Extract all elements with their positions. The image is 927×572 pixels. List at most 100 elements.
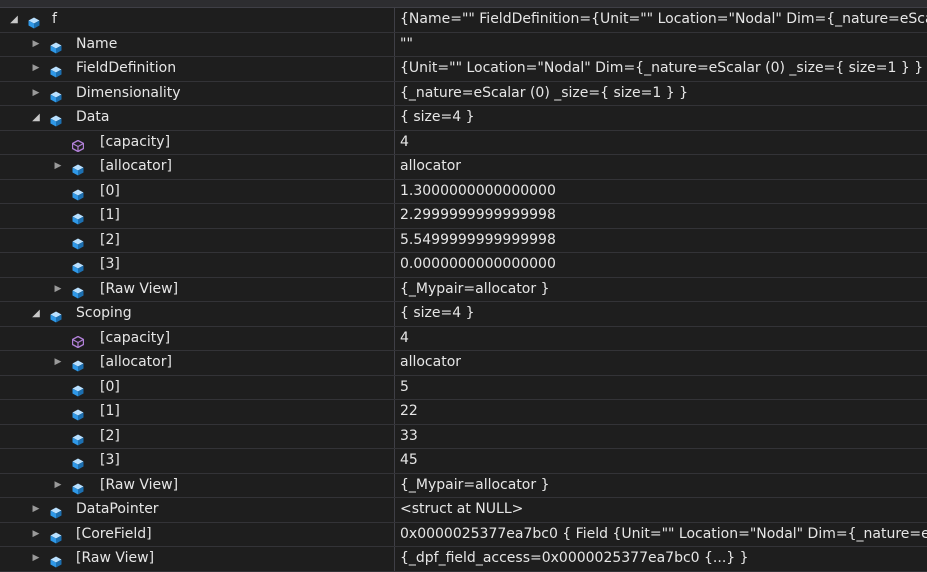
field-icon (72, 235, 84, 249)
name-cell: [1] (0, 204, 395, 228)
watch-row[interactable]: ▶ [CoreField] 0x0000025377ea7bc0 { Field {… (0, 522, 927, 547)
field-icon (50, 88, 62, 102)
watch-row[interactable]: ▶ DataPointer <struct at NULL> (0, 498, 927, 523)
variable-name: Dimensionality (76, 84, 181, 101)
watch-row[interactable]: [2] 33 (0, 424, 927, 449)
variable-value[interactable]: 4 (395, 327, 927, 351)
variable-name: [capacity] (100, 329, 171, 346)
collapsed-chevron-icon[interactable]: ▶ (52, 351, 64, 375)
field-icon (50, 39, 62, 53)
variable-name: Data (76, 109, 110, 125)
name-cell: [2] (0, 228, 395, 252)
variable-name: [Raw View] (76, 550, 155, 566)
field-icon (72, 455, 84, 470)
collapsed-chevron-icon[interactable]: ▶ (30, 523, 42, 547)
watch-row[interactable]: ▶ [allocator] allocator (0, 155, 927, 180)
field-icon (72, 357, 84, 372)
variable-name: [2] (100, 427, 120, 444)
watch-row[interactable]: ◢ Data { size=4 } (0, 106, 927, 131)
collapsed-chevron-icon[interactable]: ▶ (30, 57, 42, 81)
field-icon (72, 161, 84, 176)
watch-row[interactable]: ▶ [Raw View] {_dpf_field_access=0x00000253… (0, 547, 927, 572)
name-cell: ▶ Dimensionality (0, 81, 395, 106)
collapsed-chevron-icon[interactable]: ▶ (30, 498, 42, 522)
watch-row[interactable]: ▶ FieldDefinition {Unit="" Location="Nodal… (0, 57, 927, 82)
field-icon (72, 259, 84, 274)
watch-row[interactable]: [3] 0.0000000000000000 (0, 253, 927, 278)
name-cell: ▶ [Raw View] (0, 277, 395, 302)
name-cell: [3] (0, 449, 395, 473)
name-cell: ◢ f (0, 8, 395, 32)
variable-value[interactable]: 1.3000000000000000 (395, 180, 927, 204)
variable-name: [2] (100, 231, 120, 248)
watch-row[interactable]: ▶ Name "" (0, 32, 927, 57)
watch-window-grid: ◢ f {Name="" FieldDefinition={Unit="" Loca… (0, 8, 927, 572)
variable-name: [0] (100, 378, 120, 395)
variable-name: [1] (100, 207, 120, 223)
watch-row[interactable]: [1] 22 (0, 400, 927, 425)
watch-row[interactable]: [capacity] 4 (0, 326, 927, 351)
variable-value[interactable]: { size=4 } (395, 302, 927, 326)
variable-value[interactable]: 5 (395, 376, 927, 400)
variable-value[interactable]: {_nature=eScalar (0) _size={ size=1 } } (395, 82, 927, 106)
variable-value[interactable]: {_Mypair=allocator } (395, 278, 927, 302)
variable-value[interactable]: {_dpf_field_access=0x0000025377ea7bc0 {.… (395, 547, 927, 571)
watch-row[interactable]: ▶ [allocator] allocator (0, 351, 927, 376)
name-cell: [1] (0, 400, 395, 424)
collapsed-chevron-icon[interactable]: ▶ (52, 155, 64, 179)
variable-value[interactable]: "" (395, 33, 927, 57)
variable-value[interactable]: 33 (395, 425, 927, 449)
collapsed-chevron-icon[interactable]: ▶ (30, 33, 42, 57)
field-icon (50, 553, 62, 568)
watch-row[interactable]: [2] 5.5499999999999998 (0, 228, 927, 253)
variable-name: [allocator] (100, 158, 172, 174)
variable-value[interactable]: 2.2999999999999998 (395, 204, 927, 228)
watch-row[interactable]: [0] 5 (0, 375, 927, 400)
expanded-chevron-icon[interactable]: ◢ (30, 302, 42, 326)
field-icon (50, 504, 62, 519)
watch-window-header (0, 0, 927, 8)
variable-name: f (52, 11, 57, 27)
variable-value[interactable]: 45 (395, 449, 927, 473)
name-cell: [0] (0, 179, 395, 203)
variable-value[interactable]: 0.0000000000000000 (395, 253, 927, 277)
variable-value[interactable]: 22 (395, 400, 927, 424)
watch-row[interactable]: [1] 2.2999999999999998 (0, 204, 927, 229)
name-cell: [capacity] (0, 130, 395, 154)
watch-row[interactable]: ◢ f {Name="" FieldDefinition={Unit="" Loca… (0, 8, 927, 33)
name-cell: [3] (0, 253, 395, 277)
watch-row[interactable]: ▶ Dimensionality {_nature=eScalar (0) _siz… (0, 81, 927, 106)
watch-row[interactable]: [0] 1.3000000000000000 (0, 179, 927, 204)
variable-name: [CoreField] (76, 525, 152, 542)
name-cell: ▶ [CoreField] (0, 522, 395, 547)
collapsed-chevron-icon[interactable]: ▶ (30, 82, 42, 106)
expanded-chevron-icon[interactable]: ◢ (8, 8, 20, 32)
variable-value[interactable]: 4 (395, 131, 927, 155)
variable-name: [Raw View] (100, 476, 179, 493)
variable-value[interactable]: { size=4 } (395, 106, 927, 130)
watch-row[interactable]: ▶ [Raw View] {_Mypair=allocator } (0, 277, 927, 302)
variable-name: [Raw View] (100, 280, 179, 297)
variable-value[interactable]: allocator (395, 351, 927, 375)
variable-value[interactable]: {_Mypair=allocator } (395, 474, 927, 498)
collapsed-chevron-icon[interactable]: ▶ (52, 278, 64, 302)
expanded-chevron-icon[interactable]: ◢ (30, 106, 42, 130)
collapsed-chevron-icon[interactable]: ▶ (30, 547, 42, 571)
name-cell: ◢ Scoping (0, 302, 395, 326)
variable-name: DataPointer (76, 501, 159, 517)
variable-value[interactable]: {Unit="" Location="Nodal" Dim={_nature=e… (395, 57, 927, 81)
variable-value[interactable]: 5.5499999999999998 (395, 229, 927, 253)
variable-value[interactable]: {Name="" FieldDefinition={Unit="" Locati… (395, 8, 927, 32)
variable-value[interactable]: 0x0000025377ea7bc0 { Field {Unit="" Loca… (395, 523, 927, 547)
name-cell: ▶ FieldDefinition (0, 57, 395, 81)
watch-row[interactable]: ◢ Scoping { size=4 } (0, 302, 927, 327)
variable-value[interactable]: allocator (395, 155, 927, 179)
watch-row[interactable]: [capacity] 4 (0, 130, 927, 155)
variable-value[interactable]: <struct at NULL> (395, 498, 927, 522)
variable-name: [allocator] (100, 354, 172, 370)
field-icon (50, 308, 62, 323)
collapsed-chevron-icon[interactable]: ▶ (52, 474, 64, 498)
watch-row[interactable]: ▶ [Raw View] {_Mypair=allocator } (0, 473, 927, 498)
watch-row[interactable]: [3] 45 (0, 449, 927, 474)
name-cell: [capacity] (0, 326, 395, 350)
